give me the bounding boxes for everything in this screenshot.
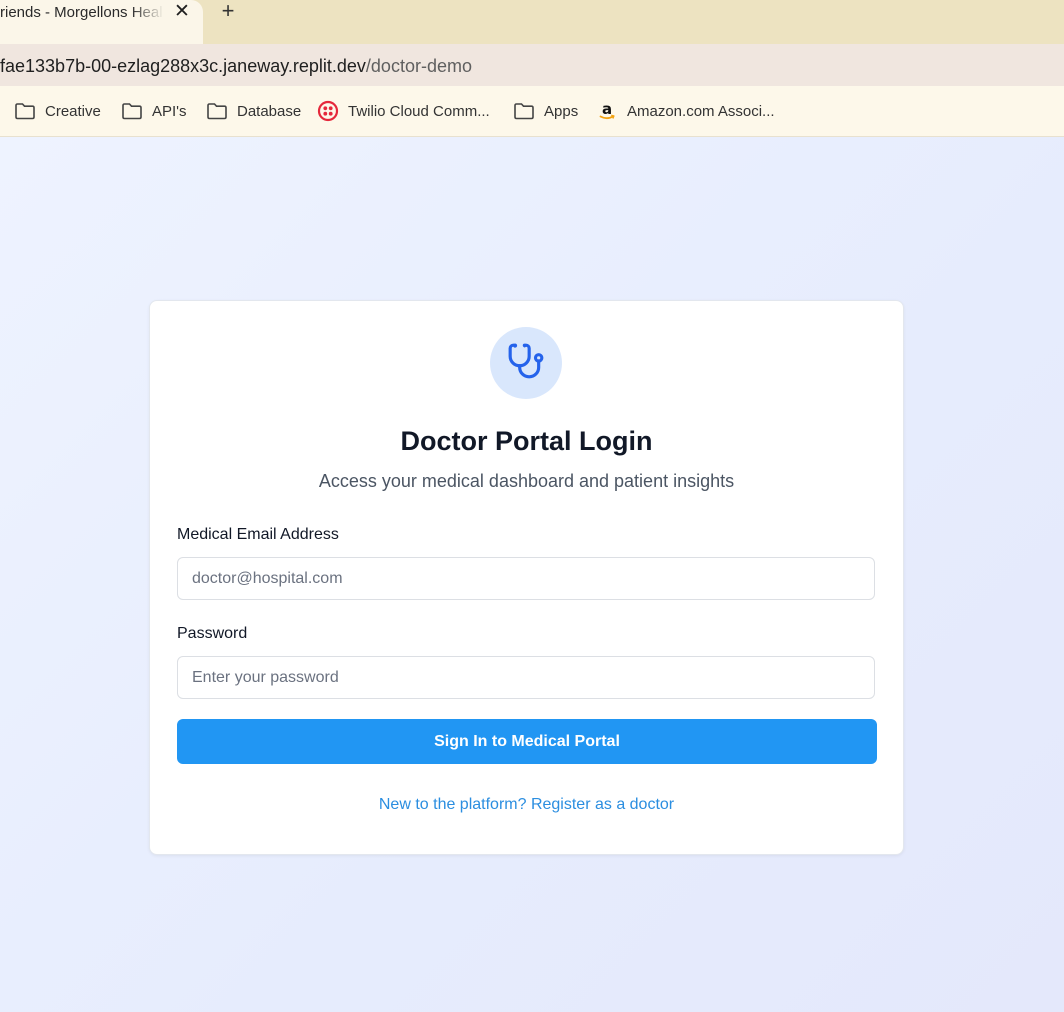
active-tab[interactable]: riends - Morgellons Heal ✕	[0, 0, 203, 44]
url-host: fae133b7b-00-ezlag288x3c.janeway.replit.…	[0, 56, 366, 76]
bookmark-label: Apps	[544, 102, 579, 120]
twilio-icon	[317, 100, 339, 122]
bookmark-apis[interactable]: API's	[121, 99, 187, 123]
bookmark-label: Amazon.com Associ...	[627, 102, 775, 120]
bookmark-apps[interactable]: Apps	[513, 99, 578, 123]
bookmark-creative[interactable]: Creative	[14, 99, 101, 123]
page-background: Doctor Portal Login Access your medical …	[0, 137, 1064, 1012]
password-field[interactable]	[177, 656, 875, 699]
logo-badge	[490, 327, 562, 399]
folder-icon	[513, 101, 535, 121]
folder-icon	[206, 101, 228, 121]
stethoscope-icon	[507, 342, 545, 385]
register-link[interactable]: New to the platform? Register as a docto…	[150, 795, 903, 815]
amazon-icon: a	[596, 100, 618, 121]
bookmarks-bar: Creative API's Database Twilio Cloud Com…	[0, 86, 1064, 137]
bookmark-label: Creative	[45, 102, 101, 120]
plus-icon[interactable]: +	[216, 0, 240, 24]
svg-text:a: a	[602, 100, 612, 118]
tab-strip: riends - Morgellons Heal ✕ +	[0, 0, 1064, 44]
folder-icon	[14, 101, 36, 121]
page-title: Doctor Portal Login	[400, 426, 653, 456]
folder-icon	[121, 101, 143, 121]
password-label: Password	[177, 625, 248, 642]
sign-in-button[interactable]: Sign In to Medical Portal	[177, 719, 877, 764]
email-field[interactable]	[177, 557, 875, 600]
close-icon[interactable]: ✕	[172, 2, 192, 22]
bookmark-label: Twilio Cloud Comm...	[348, 102, 490, 120]
bookmark-amazon[interactable]: a Amazon.com Associ...	[596, 99, 775, 123]
bookmark-database[interactable]: Database	[206, 99, 301, 123]
tab-title: riends - Morgellons Heal	[0, 4, 163, 21]
bookmark-label: API's	[152, 102, 187, 120]
page-subtitle: Access your medical dashboard and patien…	[318, 471, 735, 491]
url-text[interactable]: fae133b7b-00-ezlag288x3c.janeway.replit.…	[0, 55, 472, 77]
bookmark-label: Database	[237, 102, 302, 120]
url-path: /doctor-demo	[365, 56, 472, 76]
login-card: Doctor Portal Login Access your medical …	[149, 300, 904, 855]
address-bar[interactable]: fae133b7b-00-ezlag288x3c.janeway.replit.…	[0, 44, 1064, 86]
email-label: Medical Email Address	[177, 526, 339, 543]
bookmark-twilio[interactable]: Twilio Cloud Comm...	[317, 99, 490, 123]
